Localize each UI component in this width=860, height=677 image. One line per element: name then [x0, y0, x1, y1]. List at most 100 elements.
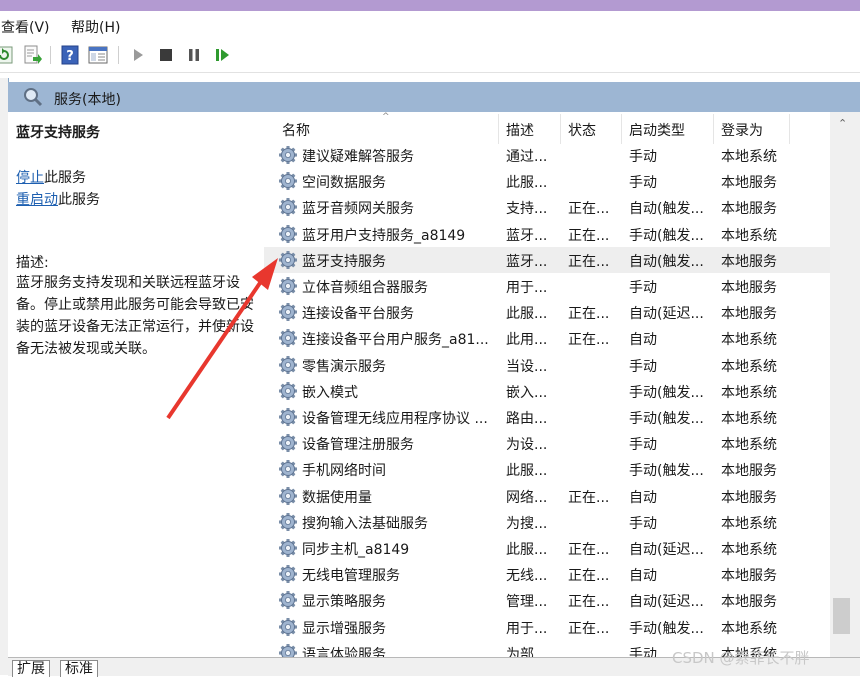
service-startup-type-cell: 手动 [629, 358, 657, 375]
service-logon-cell: 本地系统 [721, 227, 777, 244]
service-gear-icon [278, 433, 298, 453]
column-header-logon[interactable]: 登录为 [721, 120, 763, 140]
service-startup-type-cell: 手动 [629, 437, 657, 454]
service-gear-icon [278, 171, 298, 191]
toolbar: ? [0, 40, 860, 73]
svg-text:?: ? [66, 49, 74, 64]
service-description-cell: 嵌入... [506, 384, 548, 401]
menu-bar: 查看(V) 帮助(H) [0, 11, 860, 40]
column-divider[interactable] [789, 114, 790, 144]
table-row[interactable]: 蓝牙支持服务 蓝牙... 正在... 自动(触发... 本地服务 [264, 246, 830, 273]
toolbar-separator [50, 46, 51, 64]
pane-title-bar [8, 82, 860, 112]
service-name-cell: 手机网络时间 [302, 463, 386, 480]
service-logon-cell: 本地服务 [721, 175, 777, 192]
table-row[interactable]: 建议疑难解答服务 通过... 手动 本地系统 [264, 142, 830, 168]
description-label: 描述: [16, 255, 49, 271]
start-icon[interactable] [128, 45, 148, 65]
table-row[interactable]: 手机网络时间 此服... 手动(触发... 本地服务 [264, 456, 830, 482]
service-name-cell: 立体音频组合器服务 [302, 280, 428, 296]
table-row[interactable]: 嵌入模式 嵌入... 手动(触发... 本地系统 [264, 378, 830, 404]
service-status-cell: 正在... [568, 542, 610, 558]
service-status-cell: 正在... [568, 253, 610, 270]
service-status-cell: 正在... [568, 568, 610, 585]
left-edge [0, 78, 8, 675]
pane-title: 服务(本地) [54, 92, 121, 108]
service-startup-type-cell: 自动 [629, 568, 657, 585]
export-list-icon[interactable] [22, 45, 42, 65]
column-header-name[interactable]: 名称 [282, 120, 310, 140]
service-name-cell: 建议疑难解答服务 [302, 149, 414, 165]
service-startup-type-cell: 手动(触发... [629, 384, 704, 401]
service-name-cell: 连接设备平台用户服务_a81... [302, 332, 489, 349]
table-row[interactable]: 搜狗输入法基础服务 为搜... 手动 本地系统 [264, 509, 830, 535]
service-gear-icon [278, 512, 298, 532]
service-name-cell: 连接设备平台服务 [302, 306, 414, 323]
table-row[interactable]: 无线电管理服务 无线... 正在... 自动 本地服务 [264, 561, 830, 587]
service-description-cell: 为部... [506, 646, 548, 657]
service-description-cell: 为搜... [506, 515, 548, 532]
table-row[interactable]: 显示增强服务 用于... 正在... 手动(触发... 本地系统 [264, 614, 830, 640]
table-row[interactable]: 立体音频组合器服务 用于... 手动 本地服务 [264, 273, 830, 299]
service-gear-icon [278, 328, 298, 348]
vertical-scrollbar[interactable] [830, 112, 860, 657]
service-startup-type-cell: 手动 [629, 280, 657, 296]
stop-service-link[interactable]: 停止 [16, 170, 44, 186]
service-logon-cell: 本地服务 [721, 489, 777, 506]
watermark: CSDN @索菲长不胖 [672, 649, 810, 667]
service-description-cell: 蓝牙... [506, 227, 548, 244]
service-logon-cell: 本地服务 [721, 201, 777, 218]
menu-help[interactable]: 帮助(H) [71, 17, 120, 37]
restart-service-link[interactable]: 重启动 [16, 192, 58, 208]
service-name-cell: 同步主机_a8149 [302, 542, 410, 558]
table-row[interactable]: 显示策略服务 管理... 正在... 自动(延迟... 本地服务 [264, 587, 830, 613]
column-header-description[interactable]: 描述 [506, 120, 534, 140]
column-divider[interactable] [621, 114, 622, 144]
service-startup-type-cell: 手动 [629, 149, 657, 165]
service-startup-type-cell: 自动(延迟... [629, 306, 704, 323]
help-icon[interactable]: ? [60, 45, 80, 65]
service-description-cell: 通过... [506, 149, 548, 165]
table-row[interactable]: 蓝牙音频网关服务 支持... 正在... 自动(触发... 本地服务 [264, 194, 830, 220]
service-description-cell: 当设... [506, 358, 548, 375]
service-description-cell: 为设... [506, 437, 548, 454]
table-row[interactable]: 同步主机_a8149 此服... 正在... 自动(延迟... 本地系统 [264, 535, 830, 561]
restart-service-line: 重启动此服务 [16, 189, 100, 209]
refresh-icon[interactable] [0, 45, 14, 65]
table-row[interactable]: 连接设备平台服务 此服... 正在... 自动(延迟... 本地服务 [264, 299, 830, 325]
column-divider[interactable] [713, 114, 714, 144]
column-divider[interactable] [498, 114, 499, 144]
table-row[interactable]: 连接设备平台用户服务_a81... 此用... 正在... 自动 本地系统 [264, 325, 830, 351]
column-divider[interactable] [560, 114, 561, 144]
column-header-status[interactable]: 状态 [568, 120, 596, 140]
table-row[interactable]: 设备管理无线应用程序协议 ... 路由... 手动(触发... 本地系统 [264, 404, 830, 430]
service-startup-type-cell: 自动(触发... [629, 253, 704, 270]
properties-icon[interactable] [88, 45, 108, 65]
scrollbar-thumb[interactable] [833, 598, 850, 634]
service-gear-icon [278, 617, 298, 637]
service-description-cell: 蓝牙... [506, 253, 548, 270]
service-startup-type-cell: 手动(触发... [629, 620, 704, 637]
table-row[interactable]: 数据使用量 网络... 正在... 自动 本地服务 [264, 483, 830, 509]
service-name-cell: 空间数据服务 [302, 175, 386, 192]
service-name-cell: 蓝牙音频网关服务 [302, 201, 414, 218]
selected-service-name: 蓝牙支持服务 [16, 125, 100, 141]
service-description-cell: 路由... [506, 411, 548, 427]
table-row[interactable]: 设备管理注册服务 为设... 手动 本地系统 [264, 430, 830, 456]
table-row[interactable]: 零售演示服务 当设... 手动 本地系统 [264, 352, 830, 378]
service-name-cell: 显示策略服务 [302, 594, 386, 611]
service-description-cell: 用于... [506, 620, 548, 637]
service-gear-icon [278, 197, 298, 217]
table-row[interactable]: 空间数据服务 此服... 手动 本地服务 [264, 168, 830, 194]
window-top-strip [0, 0, 860, 11]
tab-extended[interactable]: 扩展 [12, 660, 50, 677]
tab-standard[interactable]: 标准 [60, 660, 98, 677]
pause-icon[interactable] [184, 45, 204, 65]
table-row[interactable]: 蓝牙用户支持服务_a8149 蓝牙... 正在... 手动(触发... 本地系统 [264, 221, 830, 247]
restart-icon[interactable] [212, 45, 232, 65]
service-logon-cell: 本地系统 [721, 332, 777, 349]
menu-view[interactable]: 查看(V) [1, 17, 50, 37]
column-header-startup-type[interactable]: 启动类型 [629, 120, 685, 140]
stop-icon[interactable] [156, 45, 176, 65]
scroll-up-icon[interactable]: ⌃ [838, 117, 847, 130]
